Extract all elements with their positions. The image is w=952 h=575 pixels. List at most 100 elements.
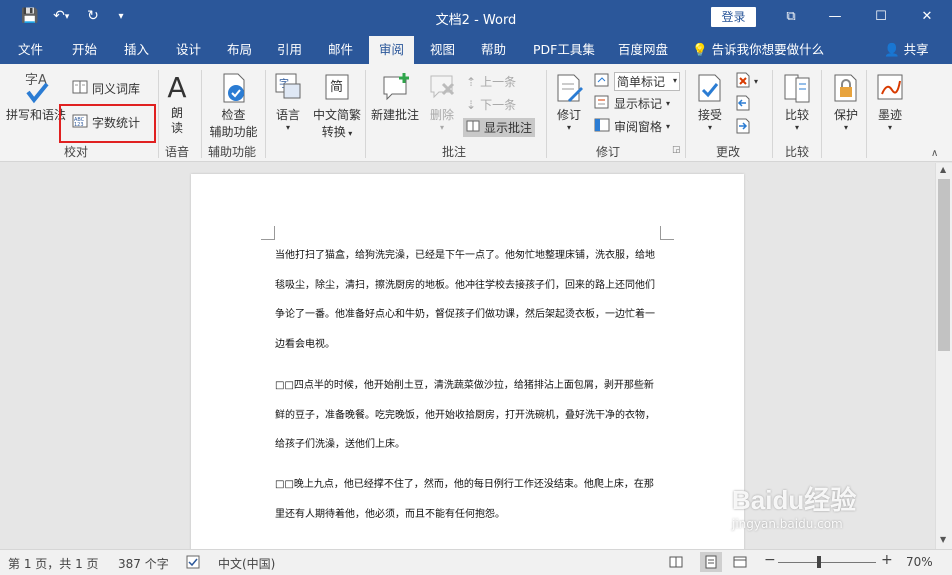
track-changes-button[interactable]: 修订 ▾	[551, 72, 587, 132]
read-mode-icon[interactable]	[669, 555, 683, 572]
show-markup-button[interactable]: 显示标记 ▾	[594, 95, 670, 112]
thesaurus-button[interactable]: 同义词库	[72, 80, 140, 97]
tab-insert[interactable]: 插入	[124, 36, 149, 64]
zoom-slider-thumb[interactable]	[817, 556, 821, 568]
lock-icon	[828, 72, 864, 106]
previous-comment-button[interactable]: ⇡ 上一条	[466, 73, 516, 90]
customize-quick-access-icon[interactable]: ▾	[110, 11, 132, 22]
tell-me-label: 告诉我你想要做什么	[711, 42, 825, 57]
tell-me-search[interactable]: 💡 告诉我你想要做什么	[692, 36, 824, 64]
compare-button[interactable]: 比较 ▾	[778, 72, 816, 132]
zoom-level[interactable]: 70%	[906, 555, 933, 569]
print-layout-icon[interactable]	[700, 552, 722, 572]
show-comments-label: 显示批注	[484, 121, 533, 135]
tab-references[interactable]: 引用	[277, 36, 302, 64]
reviewing-pane-icon	[594, 118, 610, 135]
delete-comment-icon	[423, 72, 461, 106]
next-comment-icon: ⇣	[466, 97, 477, 112]
collapse-ribbon-icon[interactable]: ∧	[931, 148, 938, 159]
ribbon-display-options-icon[interactable]: ⧉	[776, 6, 806, 28]
compare-dropdown-icon[interactable]: ▾	[778, 123, 816, 132]
zoom-out-icon[interactable]: −	[764, 552, 776, 568]
scroll-down-icon[interactable]: ▼	[940, 535, 946, 544]
protect-button[interactable]: 保护 ▾	[828, 72, 864, 132]
markup-dropdown[interactable]: 简单标记 ▾	[614, 72, 680, 91]
save-icon[interactable]: 💾	[19, 8, 41, 24]
delete-comment-button[interactable]: 删除 ▾	[423, 72, 461, 132]
group-proofing-label: 校对	[64, 145, 89, 159]
language-button[interactable]: 字 语言 ▾	[271, 72, 305, 132]
maximize-button[interactable]: ☐	[866, 6, 896, 28]
show-markup-icon	[594, 95, 610, 112]
language-status[interactable]: 中文(中国)	[218, 555, 275, 572]
next-change-button[interactable]	[736, 118, 750, 137]
tab-baidu-netdisk[interactable]: 百度网盘	[618, 36, 668, 64]
tab-design[interactable]: 设计	[176, 36, 201, 64]
tab-help[interactable]: 帮助	[481, 36, 506, 64]
ink-dropdown-icon[interactable]: ▾	[872, 123, 908, 132]
web-layout-icon[interactable]	[733, 555, 747, 572]
tab-home[interactable]: 开始	[72, 36, 97, 64]
read-aloud-label: 朗读	[170, 106, 183, 135]
check-accessibility-button[interactable]: 检查 辅助功能	[206, 72, 261, 140]
minimize-button[interactable]: —	[820, 6, 850, 28]
scroll-up-icon[interactable]: ▲	[940, 165, 946, 174]
tab-pdf-tools[interactable]: PDF工具集	[533, 36, 595, 64]
status-bar: 第 1 页，共 1 页 387 个字 中文(中国) − + 70%	[0, 549, 952, 575]
login-button[interactable]: 登录	[711, 7, 756, 27]
new-comment-label: 新建批注	[370, 108, 419, 122]
chinese-conversion-button[interactable]: 简 中文简繁 转换 ▾	[310, 72, 364, 140]
scrollbar-thumb[interactable]	[938, 179, 950, 351]
track-changes-dropdown-icon[interactable]: ▾	[551, 123, 587, 132]
undo-dropdown-icon[interactable]: ▾	[62, 12, 72, 22]
read-aloud-button[interactable]: A 朗读	[162, 70, 192, 136]
vertical-scrollbar[interactable]: ▲ ▼	[935, 163, 952, 549]
document-page[interactable]: 当他打扫了猫盒，给狗洗完澡，已经是下午一点了。他匆忙地整理床铺，洗衣服，给地毯吸…	[191, 174, 744, 549]
ink-button[interactable]: 墨迹 ▾	[872, 72, 908, 132]
word-count-status[interactable]: 387 个字	[118, 555, 169, 572]
spelling-grammar-button[interactable]: 字A 拼写和语法	[6, 70, 66, 123]
share-button[interactable]: 👤 共享	[884, 36, 929, 64]
track-changes-label: 修订	[556, 108, 581, 122]
previous-comment-label: 上一条	[480, 75, 517, 89]
show-comments-button[interactable]: 显示批注	[463, 118, 536, 137]
paragraph-1[interactable]: 当他打扫了猫盒，给狗洗完澡，已经是下午一点了。他匆忙地整理床铺，洗衣服，给地毯吸…	[275, 241, 660, 359]
zoom-slider[interactable]	[778, 562, 876, 563]
tab-layout[interactable]: 布局	[227, 36, 252, 64]
book-icon	[72, 80, 88, 97]
reviewing-pane-label: 审阅窗格	[614, 120, 663, 134]
paragraph-2[interactable]: □□四点半的时候，他开始削土豆，清洗蔬菜做沙拉，给猪排沾上面包屑，剥开那些新鲜的…	[275, 371, 660, 460]
tab-view[interactable]: 视图	[430, 36, 455, 64]
new-comment-button[interactable]: 新建批注	[368, 72, 422, 123]
delete-dropdown-icon[interactable]: ▾	[423, 123, 461, 132]
protect-label: 保护	[833, 108, 858, 122]
tab-review[interactable]: 审阅	[369, 36, 415, 64]
zoom-in-icon[interactable]: +	[881, 552, 893, 568]
language-dropdown-icon[interactable]: ▾	[271, 123, 305, 132]
protect-dropdown-icon[interactable]: ▾	[828, 123, 864, 132]
tab-mailings[interactable]: 邮件	[328, 36, 353, 64]
next-comment-button[interactable]: ⇣ 下一条	[466, 96, 516, 113]
group-separator	[685, 70, 686, 158]
paragraph-3[interactable]: □□晚上九点，他已经撑不住了，然而，他的每日例行工作还没结束。他爬上床，在那里还…	[275, 470, 660, 529]
page-count-status[interactable]: 第 1 页，共 1 页	[8, 555, 99, 572]
markup-selector[interactable]: 简单标记 ▾	[594, 72, 680, 91]
redo-icon[interactable]: ↻	[82, 8, 104, 24]
ink-pen-icon	[872, 72, 908, 106]
previous-change-button[interactable]	[736, 95, 750, 114]
new-comment-icon	[368, 72, 422, 106]
tracking-dialog-launcher-icon[interactable]: ◲	[672, 145, 681, 155]
language-label: 语言	[275, 108, 300, 122]
tab-file[interactable]: 文件	[18, 36, 43, 64]
accept-button[interactable]: 接受 ▾	[692, 72, 728, 132]
close-button[interactable]: ✕	[912, 6, 942, 28]
proofing-status-icon[interactable]	[186, 555, 202, 572]
reviewing-pane-button[interactable]: 审阅窗格 ▾	[594, 118, 670, 135]
markup-icon	[594, 73, 610, 90]
thesaurus-label: 同义词库	[92, 82, 141, 96]
group-comments-label: 批注	[442, 145, 467, 159]
spelling-check-icon: 字A	[6, 70, 66, 106]
svg-text:简: 简	[330, 79, 343, 95]
accept-dropdown-icon[interactable]: ▾	[692, 123, 728, 132]
reject-button[interactable]: ▾	[736, 72, 758, 91]
